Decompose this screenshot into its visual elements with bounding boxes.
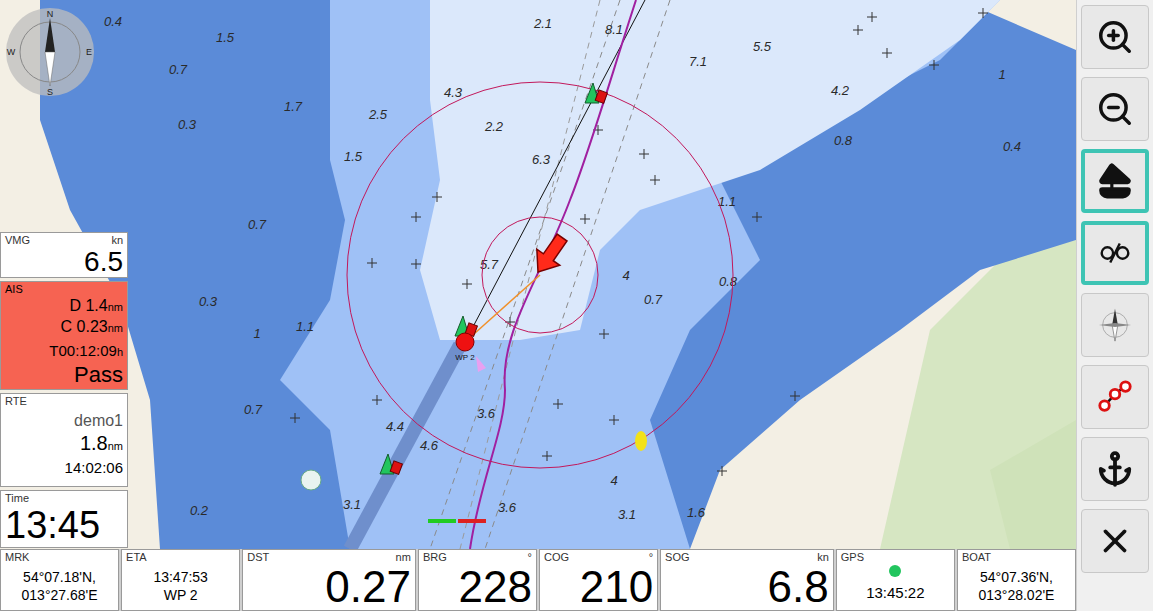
deep-water: [420, 0, 1000, 340]
depth-sounding: 3.6: [477, 406, 496, 421]
depth-sounding: 0.3: [178, 117, 197, 132]
depth-sounding: 1: [998, 67, 1005, 82]
time-widget[interactable]: Time13:45: [0, 490, 128, 548]
map-area[interactable]: 0.4 1.5 0.7 1.7 0.3 2.5 4.3 2.2 2.1 8.1 7.1 5.5 4.2 0…: [0, 0, 1076, 549]
status-cell[interactable]: BRG°228: [418, 549, 537, 611]
depth-sounding: 0.7: [644, 292, 663, 307]
depth-sounding: 4: [622, 268, 629, 283]
depth-sounding: 8.1: [605, 22, 623, 37]
sailboat-icon: [1096, 162, 1134, 200]
status-cell[interactable]: GPS13:45:22: [836, 549, 955, 611]
depth-sounding: 7.1: [689, 54, 707, 69]
status-cell[interactable]: COG°210: [539, 549, 658, 611]
status-cell[interactable]: ETA13:47:53WP 2: [121, 549, 240, 611]
svg-text:W: W: [7, 47, 16, 57]
depth-sounding: 1.1: [296, 319, 314, 334]
vmg-widget[interactable]: VMGkn6.5: [0, 232, 128, 278]
depth-sounding: 4.3: [444, 85, 463, 100]
depth-sounding: 1: [253, 326, 260, 341]
depth-sounding: 3.6: [498, 500, 517, 515]
status-cell[interactable]: BOAT54°07.36'N,013°28.02'E: [957, 549, 1076, 611]
depth-sounding: 1.5: [216, 30, 235, 45]
zoom-in-icon: [1096, 18, 1134, 56]
zoom-out-button[interactable]: [1081, 77, 1149, 141]
waypoint-label: WP 2: [455, 353, 475, 362]
depth-sounding: 0.7: [169, 62, 188, 77]
depth-sounding: 0.3: [199, 294, 218, 309]
depth-sounding: 4.4: [386, 419, 404, 434]
depth-sounding: 0.4: [1003, 139, 1021, 154]
status-cell[interactable]: SOGkn6.8: [660, 549, 834, 611]
depth-sounding: 4.6: [420, 438, 439, 453]
depth-sounding: 1.5: [344, 149, 363, 164]
gps-status-icon: [889, 565, 901, 577]
svg-text:E: E: [86, 47, 92, 57]
depth-sounding: 2.1: [533, 16, 552, 31]
status-cell[interactable]: DSTnm0.27: [242, 549, 416, 611]
depth-sounding: 0.2: [190, 503, 209, 518]
compass-rose[interactable]: N S W E: [6, 8, 94, 97]
depth-sounding: 0.7: [248, 217, 267, 232]
widget-panel: VMGkn6.5AISD 1.4nmC 0.23nmT00:12:09hPass…: [0, 232, 128, 548]
depth-sounding: 3.1: [343, 497, 361, 512]
svg-text:S: S: [47, 87, 53, 97]
route-widget[interactable]: RTEdemo11.8nm14:02:06: [0, 393, 128, 487]
waypoint-icon[interactable]: [456, 333, 474, 351]
depth-sounding: 1.7: [284, 99, 303, 114]
compass-button[interactable]: [1081, 293, 1149, 357]
anchor-button[interactable]: [1081, 437, 1149, 501]
route-button[interactable]: [1081, 365, 1149, 429]
zoom-in-button[interactable]: [1081, 5, 1149, 69]
buoy-icon: [585, 83, 607, 103]
depth-sounding: 4: [610, 473, 617, 488]
depth-sounding: 1.6: [687, 505, 706, 520]
depth-sounding: 5.5: [753, 39, 772, 54]
status-bar: MRK54°07.18'N,013°27.68'EETA13:47:53WP 2…: [0, 549, 1076, 611]
depth-sounding: 4.2: [831, 83, 850, 98]
close-icon: [1096, 522, 1134, 560]
route-icon: [1096, 378, 1134, 416]
depth-sounding: 0.8: [834, 133, 853, 148]
compass-icon: [1096, 306, 1134, 344]
ais-widget[interactable]: AISD 1.4nmC 0.23nmT00:12:09hPass: [0, 281, 128, 390]
close-button[interactable]: [1081, 509, 1149, 573]
shallow-water: [40, 0, 1076, 549]
anchor-icon: [1096, 450, 1134, 488]
svg-text:N: N: [47, 9, 54, 19]
depth-sounding: 2.2: [484, 119, 504, 134]
depth-sounding: 0.4: [104, 14, 122, 29]
toolbar: [1076, 0, 1153, 611]
course-lock-icon: [1096, 234, 1134, 272]
buoy-icon: [380, 454, 402, 474]
boat-button[interactable]: [1081, 149, 1149, 213]
lock-button[interactable]: [1081, 221, 1149, 285]
medium-water: [280, 0, 1000, 549]
boat-arrow-icon: [527, 230, 574, 280]
depth-sounding: 3.1: [618, 507, 636, 522]
status-cell[interactable]: MRK54°07.18'N,013°27.68'E: [0, 549, 119, 611]
depth-sounding: 2.5: [368, 107, 388, 122]
depth-sounding: 0.8: [719, 274, 738, 289]
zoom-out-icon: [1096, 90, 1134, 128]
depth-sounding: 6.3: [532, 152, 551, 167]
chart-app: 0.4 1.5 0.7 1.7 0.3 2.5 4.3 2.2 2.1 8.1 7.1 5.5 4.2 0…: [0, 0, 1153, 611]
depth-sounding: 0.7: [244, 402, 263, 417]
nautical-chart[interactable]: 0.4 1.5 0.7 1.7 0.3 2.5 4.3 2.2 2.1 8.1 7.1 5.5 4.2 0…: [0, 0, 1076, 549]
